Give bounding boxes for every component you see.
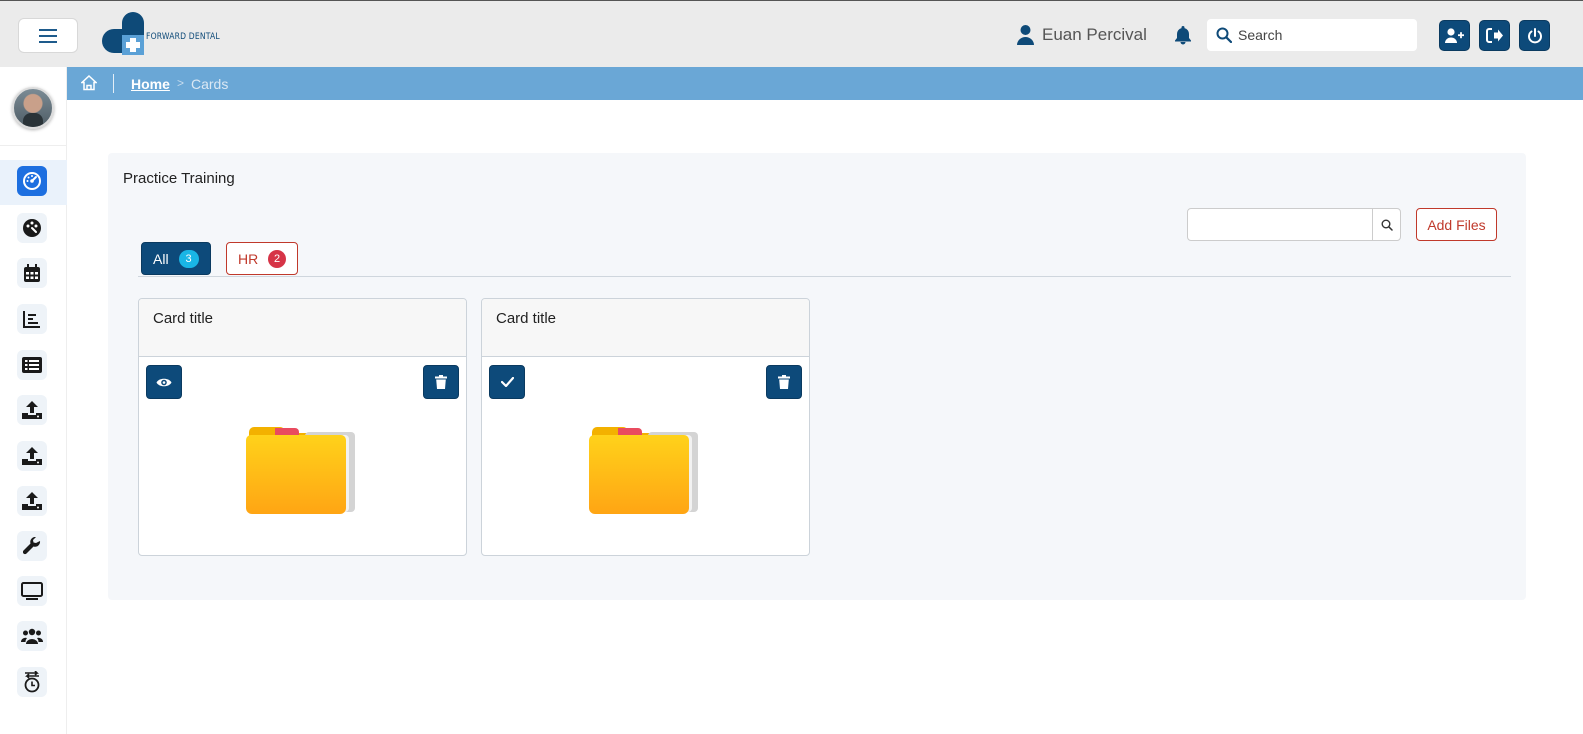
user-name: Euan Percival xyxy=(1042,25,1147,44)
top-bar: FORWARD DENTAL Euan Percival xyxy=(0,0,1583,67)
notifications-button[interactable] xyxy=(1174,25,1192,50)
tab-hr-count-badge: 2 xyxy=(268,249,286,268)
add-files-button[interactable]: Add Files xyxy=(1416,208,1497,241)
users-icon xyxy=(21,628,43,644)
folder-icon xyxy=(589,427,698,514)
tab-all[interactable]: All 3 xyxy=(141,242,211,275)
tab-all-label: All xyxy=(153,250,169,267)
wrench-icon xyxy=(23,537,41,555)
sidebar-item-monitor[interactable] xyxy=(17,576,47,606)
sidebar-item-palette[interactable] xyxy=(17,213,47,243)
user-icon xyxy=(1017,25,1034,45)
eye-icon xyxy=(156,378,172,386)
sidebar-item-history[interactable] xyxy=(17,667,47,697)
trash-icon xyxy=(778,375,790,389)
sidebar-item-upload-2[interactable] xyxy=(17,441,47,471)
global-search xyxy=(1207,19,1417,51)
sidebar-item-dashboard[interactable] xyxy=(17,166,47,196)
card-title: Card title xyxy=(153,310,214,327)
breadcrumb-divider xyxy=(113,74,114,93)
tab-all-count-badge: 3 xyxy=(178,249,199,268)
home-icon xyxy=(80,74,98,91)
file-card[interactable]: Card title xyxy=(138,298,467,556)
logo-mark-icon xyxy=(102,12,144,55)
sidebar-item-reports[interactable] xyxy=(17,304,47,334)
sidebar-item-tools[interactable] xyxy=(17,531,47,561)
user-profile[interactable]: Euan Percival xyxy=(1017,23,1147,47)
power-button[interactable] xyxy=(1519,20,1550,51)
tab-hr[interactable]: HR 2 xyxy=(226,242,298,275)
trash-icon xyxy=(435,375,447,389)
tab-hr-label: HR xyxy=(238,250,259,267)
panel-title: Practice Training xyxy=(123,170,235,187)
brand-name: FORWARD DENTAL xyxy=(146,32,220,42)
files-search-button[interactable] xyxy=(1372,209,1400,240)
sign-out-button[interactable] xyxy=(1479,20,1510,51)
search-icon xyxy=(1381,219,1393,231)
history-icon xyxy=(24,671,40,693)
list-icon xyxy=(22,357,42,373)
tabs-divider xyxy=(138,276,1511,277)
delete-button[interactable] xyxy=(423,365,459,399)
sidebar-item-users[interactable] xyxy=(17,621,47,651)
sidebar-item-upload-3[interactable] xyxy=(17,486,47,516)
folder-icon xyxy=(246,427,355,514)
sign-out-icon xyxy=(1486,28,1503,43)
breadcrumb-current: Cards xyxy=(191,76,229,92)
upload-icon xyxy=(22,401,42,419)
breadcrumb-home-button[interactable] xyxy=(80,74,98,96)
power-icon xyxy=(1527,27,1542,43)
bell-icon xyxy=(1175,26,1191,45)
view-button[interactable] xyxy=(146,365,182,399)
card-title: Card title xyxy=(496,310,557,327)
chart-icon xyxy=(23,311,40,328)
monitor-icon xyxy=(21,582,43,600)
add-user-icon xyxy=(1445,27,1464,43)
sidebar xyxy=(0,67,67,734)
search-input[interactable] xyxy=(1238,27,1408,43)
sidebar-divider xyxy=(0,145,67,146)
add-user-button[interactable] xyxy=(1439,20,1470,51)
sidebar-item-calendar[interactable] xyxy=(17,258,47,288)
brand-logo[interactable]: FORWARD DENTAL xyxy=(100,11,220,59)
sidebar-item-list[interactable] xyxy=(17,350,47,380)
files-search-input[interactable] xyxy=(1188,209,1372,240)
files-search xyxy=(1187,208,1401,241)
search-icon xyxy=(1216,27,1232,43)
file-card[interactable]: Card title xyxy=(481,298,810,556)
breadcrumb: Home > Cards xyxy=(67,67,1583,100)
sidebar-item-upload-1[interactable] xyxy=(17,395,47,425)
calendar-icon xyxy=(24,263,40,282)
card-header: Card title xyxy=(139,299,466,357)
check-icon xyxy=(500,377,514,387)
menu-icon xyxy=(39,28,57,43)
delete-button[interactable] xyxy=(766,365,802,399)
upload-icon xyxy=(22,447,42,465)
upload-icon xyxy=(22,492,42,510)
practice-training-panel: Practice Training Add Files All 3 HR 2 C… xyxy=(108,153,1526,600)
card-header: Card title xyxy=(482,299,809,357)
avatar[interactable] xyxy=(12,87,54,129)
palette-icon xyxy=(23,219,41,237)
menu-button[interactable] xyxy=(18,18,78,53)
check-button[interactable] xyxy=(489,365,525,399)
breadcrumb-home-link[interactable]: Home xyxy=(131,76,170,92)
gauge-icon xyxy=(23,172,41,190)
chevron-right-icon: > xyxy=(177,76,185,90)
